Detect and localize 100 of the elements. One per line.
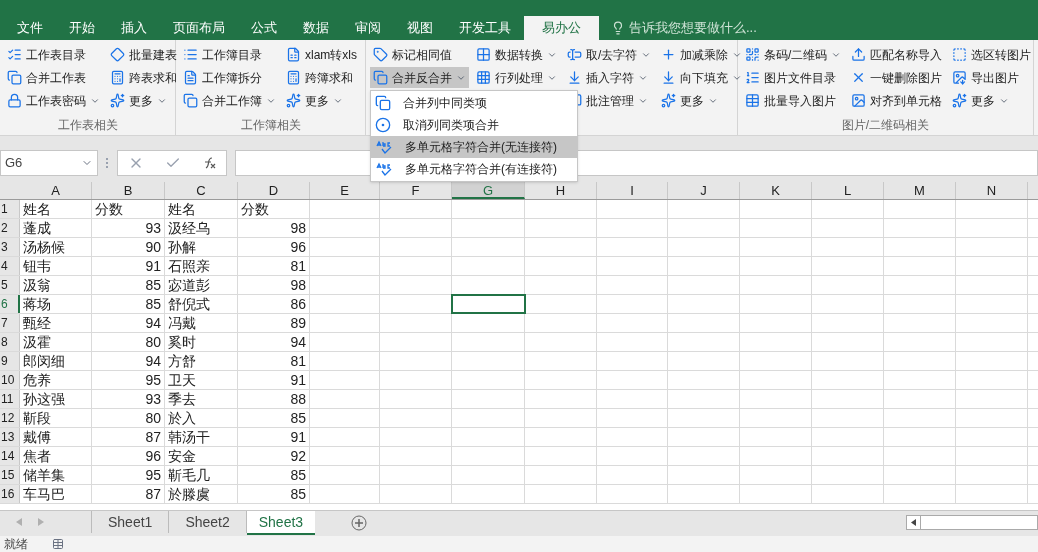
tag-icon: [373, 47, 388, 62]
ribbon-button[interactable]: 更多: [107, 90, 180, 111]
menu-item[interactable]: 合并列中同类项: [371, 92, 577, 114]
ribbon-button[interactable]: 批量建表: [107, 44, 180, 65]
horizontal-scrollbar[interactable]: [906, 515, 1038, 530]
column-header[interactable]: I: [597, 182, 668, 199]
ribbon-button[interactable]: 选区转图片: [949, 44, 1035, 65]
ribbon-button[interactable]: 工作表密码: [4, 90, 103, 111]
column-header[interactable]: M: [884, 182, 956, 199]
tell-me-field[interactable]: 告诉我您想要做什么...: [611, 16, 757, 40]
row-header[interactable]: 4: [0, 257, 20, 275]
table-cell: 88: [238, 390, 310, 408]
row-header[interactable]: 16: [0, 485, 20, 503]
column-header[interactable]: L: [812, 182, 884, 199]
ribbon-button[interactable]: 一键删除图片: [848, 67, 946, 88]
calculator-icon: [110, 70, 125, 85]
menu-item[interactable]: 取消列同类项合并: [371, 114, 577, 136]
add-sheet-icon[interactable]: [351, 515, 368, 531]
row-header[interactable]: 6: [0, 295, 20, 313]
row-header[interactable]: 8: [0, 333, 20, 351]
row-header[interactable]: 9: [0, 352, 20, 370]
table-cell: 91: [238, 371, 310, 389]
ribbon-button[interactable]: 合并反合并: [370, 67, 469, 88]
ribbon-button[interactable]: 行列处理: [473, 67, 560, 88]
ribbon-tab[interactable]: 文件: [4, 16, 56, 40]
table-icon: [745, 93, 760, 108]
column-header[interactable]: K: [740, 182, 812, 199]
table-cell: 93: [92, 390, 165, 408]
row-header[interactable]: 12: [0, 409, 20, 427]
name-box[interactable]: G6: [0, 150, 98, 176]
row-header[interactable]: 3: [0, 238, 20, 256]
ribbon-button[interactable]: 插入字符: [564, 67, 655, 88]
table-cell: 冯戴: [165, 314, 238, 332]
ribbon-tab[interactable]: 公式: [238, 16, 290, 40]
table-cell: 94: [92, 352, 165, 370]
scroll-left-icon[interactable]: [911, 519, 916, 526]
column-header[interactable]: N: [956, 182, 1028, 199]
ribbon-button[interactable]: 标记相同值: [370, 44, 469, 65]
table-cell: 靳毛几: [165, 466, 238, 484]
row-header[interactable]: 13: [0, 428, 20, 446]
row-header[interactable]: 2: [0, 219, 20, 237]
ribbon-tab[interactable]: 开始: [56, 16, 108, 40]
list-icon: [745, 70, 760, 85]
table-cell: 姓名: [165, 200, 238, 218]
table-cell: 96: [92, 447, 165, 465]
table-cell: 汲霍: [20, 333, 92, 351]
ribbon-button[interactable]: 工作簿目录: [180, 44, 279, 65]
ribbon-button[interactable]: 工作表目录: [4, 44, 103, 65]
ribbon-button[interactable]: 合并工作表: [4, 67, 103, 88]
column-header[interactable]: D: [238, 182, 310, 199]
table-cell: 90: [92, 238, 165, 256]
ribbon-button[interactable]: 导出图片: [949, 67, 1035, 88]
group-label: 工作簿相关: [239, 117, 302, 134]
ribbon-button[interactable]: 跨簿求和: [283, 67, 360, 88]
row-header[interactable]: 10: [0, 371, 20, 389]
upload-icon: [851, 47, 867, 62]
ribbon-tab[interactable]: 开发工具: [446, 16, 524, 40]
status-text: 就绪: [4, 536, 28, 552]
table-cell: 80: [92, 409, 165, 427]
row-header[interactable]: 7: [0, 314, 20, 332]
row-header[interactable]: 5: [0, 276, 20, 294]
table-cell: 分数: [238, 200, 310, 218]
menu-item[interactable]: 多单元格字符合并(无连接符): [371, 136, 577, 158]
column-header[interactable]: G: [452, 182, 525, 199]
ribbon-button[interactable]: xlam转xls: [283, 44, 360, 65]
column-header[interactable]: J: [668, 182, 740, 199]
ribbon-button[interactable]: 工作簿拆分: [180, 67, 279, 88]
column-header[interactable]: B: [92, 182, 165, 199]
sparkle-icon: [110, 93, 125, 108]
row-header[interactable]: 15: [0, 466, 20, 484]
table-cell: 98: [238, 219, 310, 237]
ribbon-button[interactable]: 数据转换: [473, 44, 560, 65]
ribbon-button[interactable]: 匹配名称导入: [848, 44, 946, 65]
sheet-tab[interactable]: Sheet1: [92, 511, 170, 533]
table-cell: 方舒: [165, 352, 238, 370]
table-cell: 94: [92, 314, 165, 332]
ribbon-tab[interactable]: 页面布局: [160, 16, 238, 40]
column-header[interactable]: C: [165, 182, 238, 199]
ribbon-tab[interactable]: 数据: [290, 16, 342, 40]
row-header[interactable]: 11: [0, 390, 20, 408]
table-cell: 靳段: [20, 409, 92, 427]
column-header[interactable]: A: [20, 182, 92, 199]
sheet-tab[interactable]: Sheet2: [169, 511, 247, 533]
ribbon-tab[interactable]: 易办公: [524, 16, 599, 40]
table-cell: 95: [92, 371, 165, 389]
ribbon-tab[interactable]: 视图: [394, 16, 446, 40]
ribbon-tab[interactable]: 审阅: [342, 16, 394, 40]
sheet-tab[interactable]: Sheet3: [246, 511, 316, 535]
scroll-right-icon[interactable]: [38, 518, 44, 526]
ribbon-button[interactable]: 对齐到单元格: [848, 90, 946, 111]
ribbon-button[interactable]: 跨表求和: [107, 67, 180, 88]
row-header[interactable]: 14: [0, 447, 20, 465]
ribbon-button[interactable]: 取/去字符: [564, 44, 655, 65]
sparkle-icon: [286, 93, 301, 108]
ribbon-button[interactable]: 更多: [283, 90, 360, 111]
menu-item[interactable]: 多单元格字符合并(有连接符): [371, 158, 577, 180]
ribbon-tab[interactable]: 插入: [108, 16, 160, 40]
ribbon-button[interactable]: 合并工作簿: [180, 90, 279, 111]
row-header[interactable]: 1: [0, 200, 20, 218]
ribbon-button[interactable]: 更多: [949, 90, 1035, 111]
